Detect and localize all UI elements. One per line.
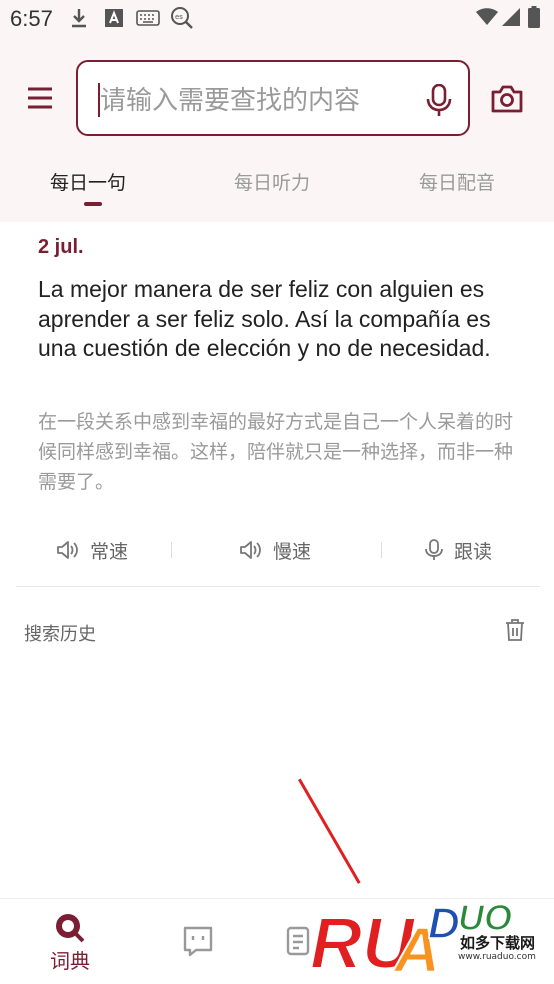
- watermark-cn-text: 如多下载网: [460, 934, 536, 952]
- watermark-logo: RU A D UO 如多下载网 www.ruaduo.com: [308, 888, 554, 984]
- translate-search-icon: es: [171, 7, 193, 29]
- tab-daily-dubbing[interactable]: 每日配音: [419, 168, 495, 195]
- follow-read-label: 跟读: [454, 540, 493, 563]
- normal-speed-button[interactable]: 常速: [56, 530, 128, 570]
- active-tab-indicator: [84, 202, 102, 206]
- svg-text:D: D: [428, 899, 460, 948]
- slow-speed-button[interactable]: 慢速: [239, 530, 311, 570]
- daily-sentence-translation: 在一段关系中感到幸福的最好方式是自己一个人呆着的时候同样感到幸福。这样，陪伴就只…: [38, 411, 514, 493]
- watermark-url: www.ruaduo.com: [458, 952, 536, 962]
- speaker-icon: [57, 541, 78, 559]
- microphone-icon: [425, 539, 443, 560]
- trash-icon[interactable]: [504, 618, 526, 642]
- svg-text:es: es: [175, 13, 183, 21]
- search-box[interactable]: [76, 60, 470, 136]
- translate-icon: [183, 926, 213, 957]
- red-arrow-overlay: [298, 778, 361, 884]
- dictionary-search-icon: [56, 914, 85, 943]
- daily-tabs: 每日一句 每日听力 每日配音: [0, 160, 554, 210]
- header: [0, 58, 554, 138]
- battery-icon: [528, 6, 540, 28]
- follow-read-button[interactable]: 跟读: [424, 530, 492, 570]
- sentence-date: 2 jul.: [38, 236, 84, 258]
- speaker-icon: [240, 541, 261, 559]
- font-icon: [105, 9, 123, 27]
- audio-controls: 常速 慢速 跟读: [0, 530, 554, 570]
- nav-notes[interactable]: [286, 925, 310, 957]
- slow-speed-label: 慢速: [273, 540, 312, 563]
- download-icon: [72, 9, 86, 28]
- nav-dictionary-label: 词典: [50, 949, 90, 973]
- nav-dictionary[interactable]: 词典: [50, 913, 90, 974]
- daily-sentence-text: La mejor manera de ser feliz con alguien…: [38, 276, 491, 361]
- signal-icon: [502, 8, 520, 26]
- notes-icon: [286, 926, 310, 956]
- nav-translate[interactable]: [182, 925, 214, 957]
- section-divider: [16, 586, 540, 587]
- status-bar: 6:57 es: [0, 0, 554, 38]
- search-input[interactable]: [100, 82, 410, 120]
- status-time: 6:57: [10, 6, 53, 31]
- menu-icon[interactable]: [24, 84, 56, 112]
- divider: [171, 542, 172, 558]
- tab-daily-sentence[interactable]: 每日一句: [50, 168, 126, 195]
- tab-daily-listening[interactable]: 每日听力: [234, 168, 310, 195]
- camera-icon[interactable]: [490, 84, 524, 114]
- microphone-icon[interactable]: [426, 84, 452, 118]
- divider: [381, 542, 382, 558]
- wifi-icon: [476, 8, 498, 25]
- normal-speed-label: 常速: [90, 540, 129, 563]
- keyboard-icon: [136, 10, 160, 26]
- search-history-title: 搜索历史: [24, 624, 96, 645]
